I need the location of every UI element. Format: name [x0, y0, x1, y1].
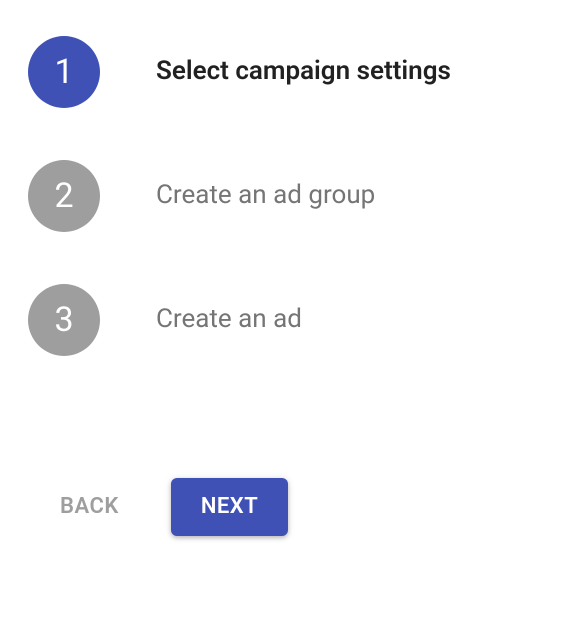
step-1-circle: 1 [28, 36, 100, 108]
step-3-label: Create an ad [156, 304, 302, 335]
step-2-label: Create an ad group [156, 180, 375, 211]
step-3[interactable]: 3 Create an ad [28, 272, 542, 368]
step-1[interactable]: 1 Select campaign settings [28, 24, 542, 120]
vertical-stepper: 1 Select campaign settings 2 Create an a… [28, 24, 542, 368]
step-2[interactable]: 2 Create an ad group [28, 148, 542, 244]
step-3-circle: 3 [28, 284, 100, 356]
step-2-circle: 2 [28, 160, 100, 232]
step-3-number: 3 [54, 300, 73, 340]
step-1-label: Select campaign settings [156, 56, 451, 87]
stepper-actions: Back Next [28, 478, 542, 536]
back-button[interactable]: Back [36, 480, 143, 534]
step-1-number: 1 [54, 52, 73, 92]
step-connector [28, 244, 542, 272]
next-button[interactable]: Next [171, 478, 288, 536]
step-2-number: 2 [54, 176, 73, 216]
step-connector [28, 120, 542, 148]
